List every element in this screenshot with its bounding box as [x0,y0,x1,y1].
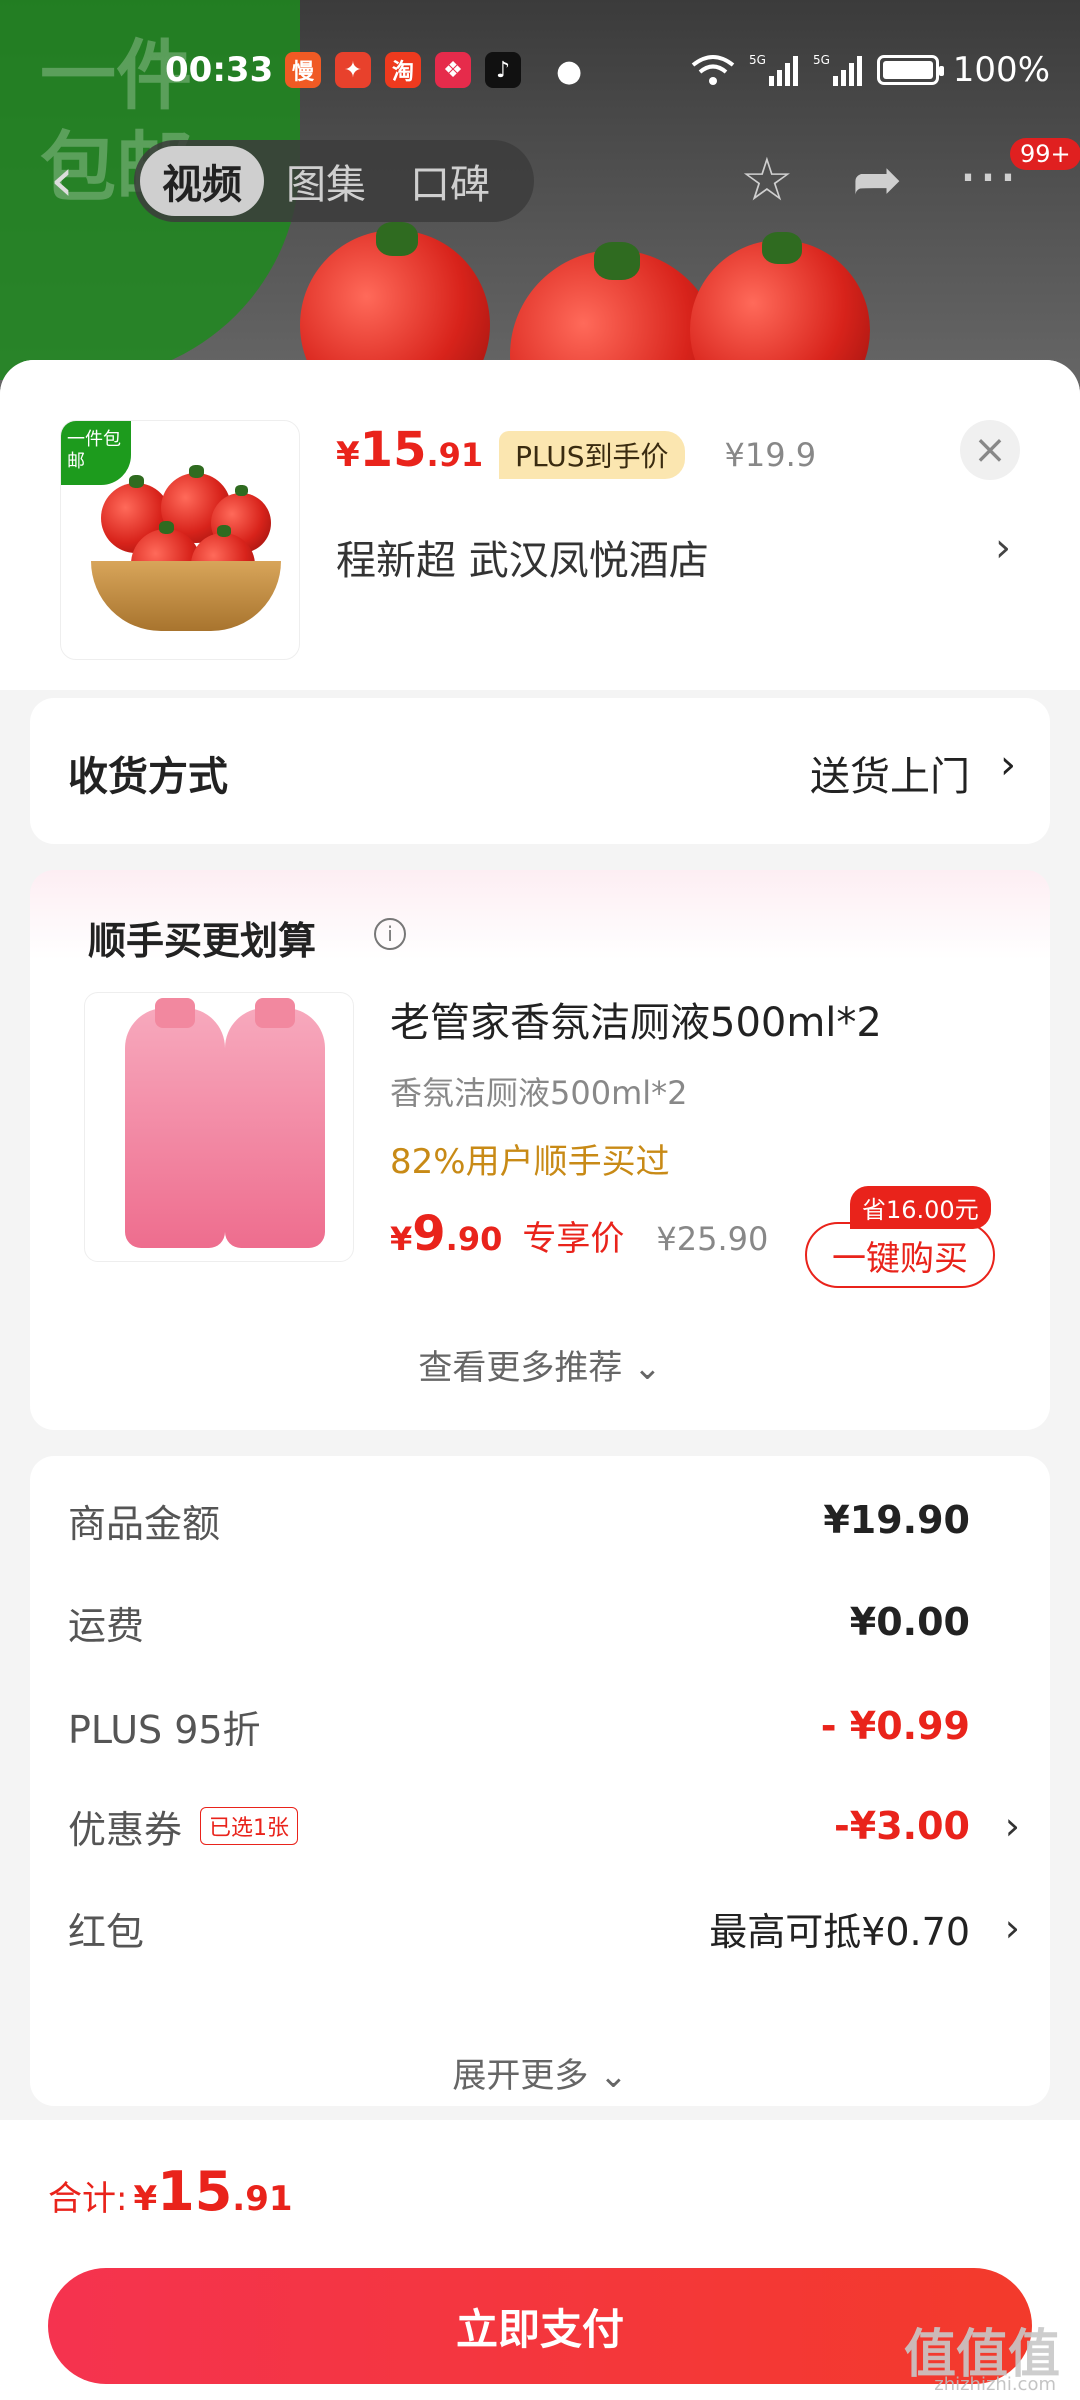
star-icon[interactable]: ☆ [740,150,794,210]
status-bar: 00:33 慢 ✦ 淘 ❖ ♪ ● 5G 5G 100% [0,40,1080,110]
order-summary: 商品金额 ¥19.90 运费 ¥0.00 PLUS 95折 - ¥0.99 优惠… [30,1456,1050,2106]
pay-now-button[interactable]: 立即支付 [48,2268,1032,2384]
delivery-method-row[interactable]: 收货方式 送货上门 › [30,698,1050,844]
chevron-right-icon[interactable]: › [995,525,1011,571]
notification-icons: 慢 ✦ 淘 ❖ ♪ [285,52,521,88]
summary-row-red-packet[interactable]: 红包 最高可抵¥0.70 › [68,1898,1020,1958]
summary-row-goods: 商品金额 ¥19.90 [68,1490,970,1550]
more-notifications-dot: ● [556,54,583,89]
price-integer: 15 [359,422,427,478]
summary-value: ¥0.00 [849,1600,970,1644]
basket-image [91,561,281,631]
product-thumbnail[interactable]: 一件包邮 [60,420,300,660]
battery-percent: 100% [952,50,1050,90]
back-icon[interactable]: ‹ [50,150,90,210]
svg-text:5G: 5G [749,53,766,67]
price-decimal: .91 [426,436,484,474]
more-recommendations-link[interactable]: 查看更多推荐 ⌄ [30,1340,1050,1389]
chevron-right-icon: › [1000,742,1016,788]
savings-badge: 省16.00元 [850,1186,991,1229]
more-recommendations-label: 查看更多推荐 [418,1348,623,1388]
recommend-product-image[interactable] [84,992,354,1262]
recommend-purchase-stat: 82%用户顺手买过 [390,1142,670,1182]
app-icon: ✦ [335,52,371,88]
summary-value: 最高可抵¥0.70 [709,1909,970,1954]
price-integer: 9 [412,1206,446,1262]
summary-key: PLUS 95折 [68,1707,261,1752]
status-time: 00:33 [165,50,274,90]
summary-row-coupon[interactable]: 优惠券 已选1张 -¥3.00 › [68,1796,1020,1856]
bottle-image [225,998,325,1248]
info-icon[interactable]: i [374,918,406,950]
total-label: 合计: [48,2179,128,2219]
summary-row-shipping: 运费 ¥0.00 [68,1592,970,1652]
watermark-url: zhizhizhi.com [934,2374,1056,2395]
one-click-buy-button[interactable]: 一键购买 [805,1222,995,1288]
product-card: 一件包邮 ¥ 15 .91 PLUS到手价 ¥19.9 × 程新超 武汉凤悦酒店… [0,360,1080,690]
price-symbol: ¥ [336,435,360,475]
close-button[interactable]: × [960,420,1020,480]
price-decimal: .90 [445,1220,503,1258]
wifi-icon [691,55,735,85]
tab-gallery[interactable]: 图集 [264,146,388,216]
recommend-product-spec: 香氛洁厕液500ml*2 [390,1074,688,1112]
promo-tag: 一件包邮 [61,421,131,485]
signal-icon: 5G [749,53,798,86]
checkout-sheet: 一件包邮 ¥ 15 .91 PLUS到手价 ¥19.9 × 程新超 武汉凤悦酒店… [0,360,1080,2400]
tab-reviews[interactable]: 口碑 [388,146,512,216]
summary-row-plus-discount: PLUS 95折 - ¥0.99 [68,1696,970,1756]
recommendation-title: 顺手买更划算 [88,919,317,963]
original-price: ¥25.90 [656,1220,769,1258]
expand-more-label: 展开更多 [452,2056,589,2096]
summary-key: 运费 [68,1603,145,1648]
app-icon: 淘 [385,52,421,88]
chevron-right-icon: › [1004,1906,1020,1950]
delivery-label: 收货方式 [68,754,228,800]
recommend-price: ¥ 9 .90 专享价 ¥25.90 [390,1206,768,1262]
summary-key-wrap: 优惠券 已选1张 [68,1799,299,1854]
bottle-image [125,998,225,1248]
battery-icon [876,55,944,85]
exclusive-price-label: 专享价 [522,1219,625,1259]
price-integer: 15 [157,2160,233,2223]
signal-icon: 5G [813,53,862,86]
price-symbol: ¥ [133,2179,158,2219]
recommendation-card: 顺手买更划算 i 老管家香氛洁厕液500ml*2 香氛洁厕液500ml*2 82… [30,870,1050,1430]
chevron-down-icon: ⌄ [599,2056,628,2096]
media-tabs: 视频 图集 口碑 [134,140,534,222]
summary-value: ¥19.90 [823,1498,970,1542]
product-price: ¥ 15 .91 PLUS到手价 ¥19.9 [336,422,816,479]
app-icon: 慢 [285,52,321,88]
app-icon: ❖ [435,52,471,88]
share-icon[interactable]: ➦ [852,150,902,210]
coupon-selected-badge: 已选1张 [200,1807,299,1845]
summary-value: -¥3.00 [834,1804,970,1848]
summary-key: 商品金额 [68,1501,221,1546]
more-icon[interactable]: ⋯ [958,146,1018,206]
tab-video[interactable]: 视频 [140,146,264,216]
original-price: ¥19.9 [724,436,817,474]
expand-more-link[interactable]: 展开更多 ⌄ [30,2048,1050,2097]
close-icon: × [973,427,1007,473]
price-symbol: ¥ [390,1220,413,1258]
summary-value: - ¥0.99 [820,1704,970,1748]
app-icon: ♪ [485,52,521,88]
chevron-down-icon: ⌄ [633,1348,662,1388]
delivery-value: 送货上门 [810,754,970,800]
summary-key: 优惠券 [68,1807,183,1852]
system-icons: 5G 5G 100% [691,50,1050,90]
recommend-product-name[interactable]: 老管家香氛洁厕液500ml*2 [390,990,882,1048]
order-total: 合计: ¥ 15 .91 [48,2160,293,2223]
delivery-address[interactable]: 程新超 武汉凤悦酒店 [336,528,709,586]
plus-price-tag: PLUS到手价 [499,431,685,479]
summary-key: 红包 [68,1909,145,1954]
price-decimal: .91 [232,2179,293,2219]
svg-text:5G: 5G [813,53,830,67]
message-badge: 99+ [1010,138,1080,170]
chevron-right-icon: › [1004,1804,1020,1848]
